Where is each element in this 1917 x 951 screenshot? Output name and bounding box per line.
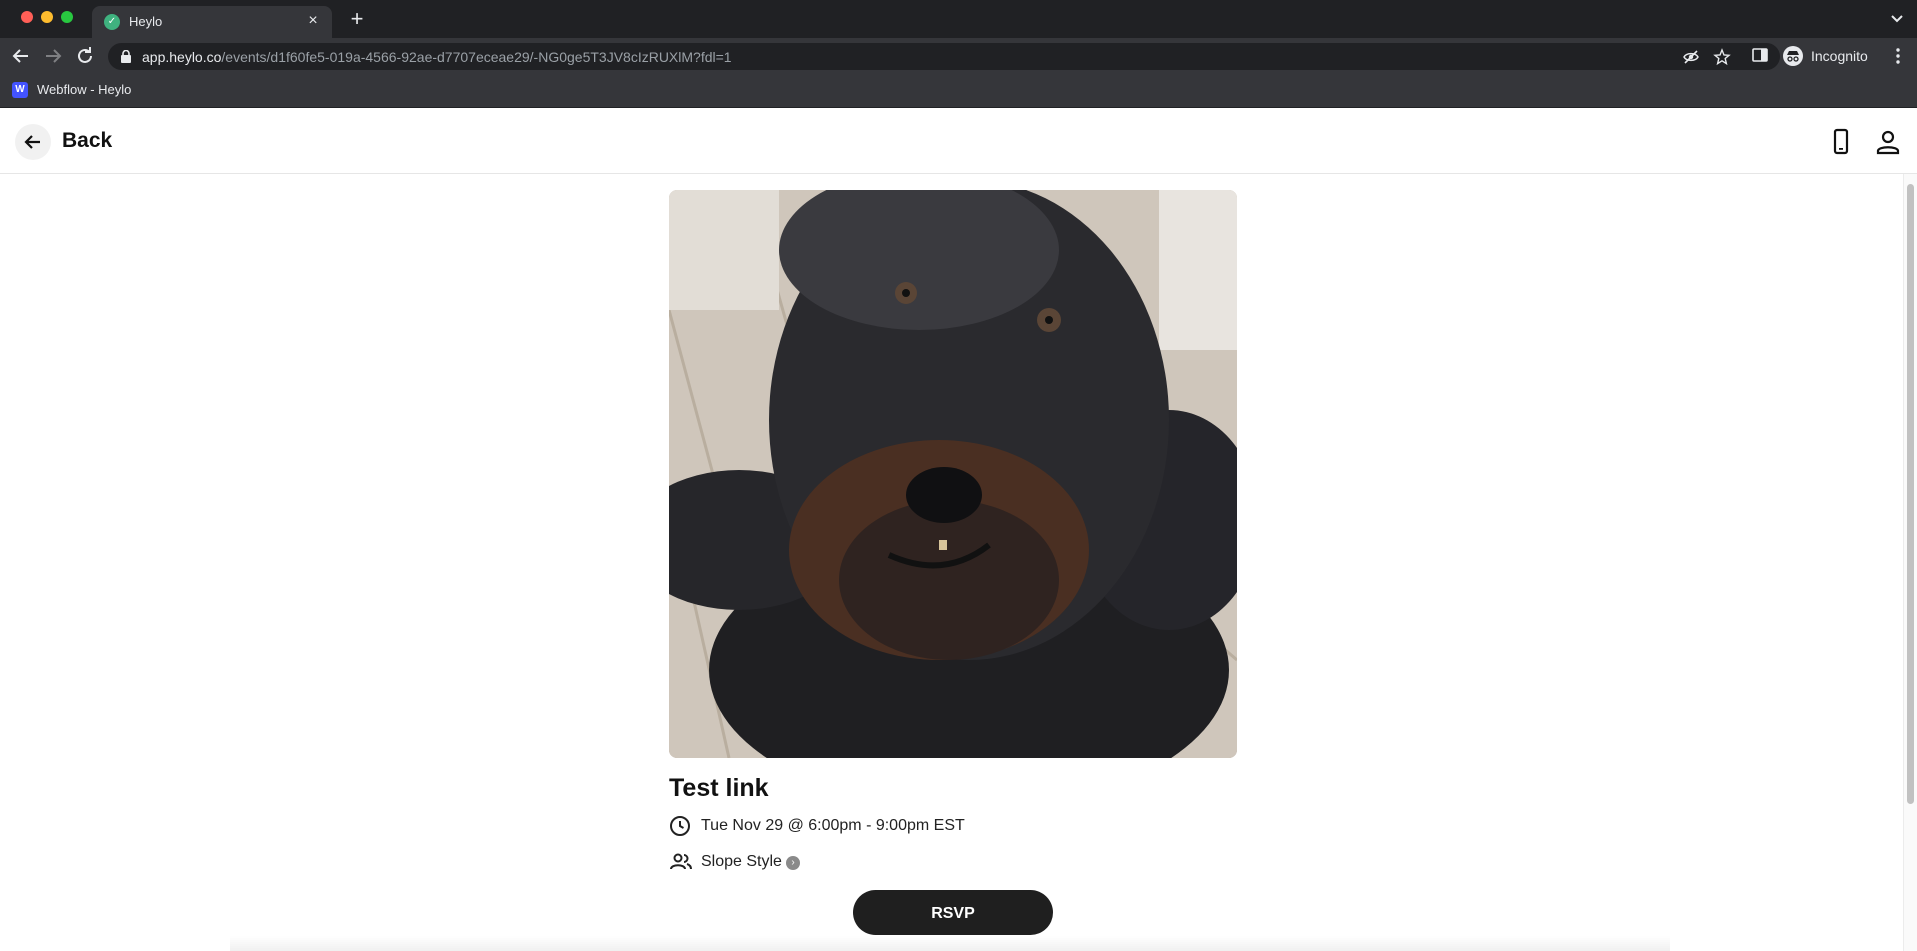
page-scrollbar[interactable] [1903,174,1917,951]
incognito-icon [1783,46,1803,66]
lock-icon [121,50,131,63]
app-header: Back [0,108,1917,174]
event-group-name[interactable]: Slope Style [701,853,782,871]
side-panel-icon[interactable] [1752,47,1768,63]
profile-icon[interactable] [1874,128,1902,156]
incognito-label: Incognito [1811,48,1868,64]
tab-search-chevron-icon[interactable] [1887,8,1907,28]
mobile-phone-icon[interactable] [1827,128,1855,156]
bottom-sheet-shadow [230,936,1670,951]
arrow-left-icon [24,135,40,149]
browser-menu-icon[interactable] [1890,46,1906,66]
url-text: app.heylo.co/events/d1f60fe5-019a-4566-9… [142,49,732,65]
chevron-right-icon[interactable]: › [786,856,800,870]
url-host: app.heylo.co [142,49,222,65]
scrollbar-thumb[interactable] [1907,184,1914,804]
browser-toolbar: app.heylo.co/events/d1f60fe5-019a-4566-9… [0,38,1917,74]
bookmark-star-icon[interactable] [1713,48,1731,66]
webflow-icon: W [12,82,28,98]
back-nav-icon[interactable] [9,44,33,68]
event-photo [669,190,1237,758]
url-path: /events/d1f60fe5-019a-4566-92ae-d7707ece… [221,49,732,65]
forward-nav-icon[interactable] [41,44,65,68]
tab-close-icon[interactable]: × [304,12,322,30]
window-close-button[interactable] [21,11,33,23]
event-title: Test link [669,774,769,802]
back-label[interactable]: Back [62,129,112,153]
bookmark-label: Webflow - Heylo [37,82,132,97]
reload-icon[interactable] [73,44,97,68]
group-people-icon [670,853,692,870]
clock-icon [670,816,690,836]
heylo-favicon-icon: ✓ [104,14,120,30]
browser-tab-strip: ✓ Heylo × + [0,0,1917,38]
browser-tab[interactable]: ✓ Heylo × [92,6,332,38]
window-minimize-button[interactable] [41,11,53,23]
new-tab-icon[interactable]: + [344,6,370,32]
incognito-profile-button[interactable]: Incognito [1777,42,1877,70]
event-datetime: Tue Nov 29 @ 6:00pm - 9:00pm EST [701,817,965,834]
dog-photo-image [669,190,1237,758]
event-page: Back Test link Tue Nov 29 @ 6:00pm - 9:0… [0,108,1917,951]
window-maximize-button[interactable] [61,11,73,23]
bookmarks-bar: W Webflow - Heylo [0,74,1917,108]
rsvp-button[interactable]: RSVP [853,890,1053,935]
address-bar[interactable]: app.heylo.co/events/d1f60fe5-019a-4566-9… [108,43,1780,70]
back-button[interactable] [15,124,51,160]
eye-off-icon[interactable] [1682,48,1700,66]
tab-title: Heylo [129,14,163,29]
